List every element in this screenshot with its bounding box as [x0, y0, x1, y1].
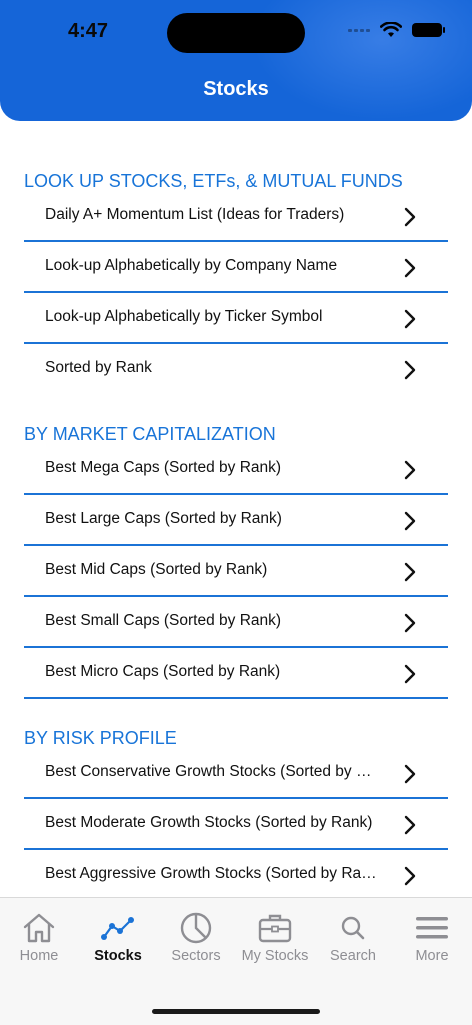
chart-line-icon	[101, 917, 134, 940]
list-item-label: Best Mega Caps (Sorted by Rank)	[45, 459, 282, 476]
list-item-label: Best Moderate Growth Stocks (Sorted by R…	[45, 814, 373, 831]
chevron-right-icon	[404, 258, 416, 278]
chevron-right-icon	[404, 360, 416, 380]
list-item[interactable]: Best Conservative Growth Stocks (Sorted …	[24, 749, 448, 799]
tab-search[interactable]: Search	[313, 912, 393, 964]
list-item-label: Best Large Caps (Sorted by Rank)	[45, 510, 282, 527]
list-item[interactable]: Best Moderate Growth Stocks (Sorted by R…	[24, 800, 448, 850]
chevron-right-icon	[404, 207, 416, 227]
list-item-label: Best Conservative Growth Stocks (Sorted …	[45, 763, 377, 780]
chevron-right-icon	[404, 460, 416, 480]
tab-home[interactable]: Home	[0, 912, 79, 964]
battery-icon	[412, 23, 445, 37]
dynamic-island	[167, 13, 305, 53]
status-icons	[348, 22, 445, 38]
chevron-right-icon	[404, 613, 416, 633]
list-item-label: Best Aggressive Growth Stocks (Sorted by…	[45, 865, 377, 882]
list-item-label: Best Micro Caps (Sorted by Rank)	[45, 663, 281, 680]
list-item[interactable]: Best Aggressive Growth Stocks (Sorted by…	[24, 851, 448, 901]
list-item[interactable]: Look-up Alphabetically by Company Name	[24, 243, 448, 293]
section-title-market-cap: BY MARKET CAPITALIZATION	[24, 424, 276, 444]
list-item[interactable]: Daily A+ Momentum List (Ideas for Trader…	[24, 192, 448, 242]
home-indicator	[152, 1009, 320, 1014]
list-item[interactable]: Best Micro Caps (Sorted by Rank)	[24, 649, 448, 699]
chevron-right-icon	[404, 764, 416, 784]
signal-icon	[348, 28, 370, 32]
section-title-risk-profile: BY RISK PROFILE	[24, 728, 177, 748]
home-icon	[23, 913, 55, 943]
briefcase-icon	[258, 914, 292, 943]
list-item[interactable]: Sorted by Rank	[24, 345, 448, 395]
tab-label: Sectors	[171, 948, 221, 964]
tab-label: My Stocks	[241, 948, 309, 964]
tab-sectors[interactable]: Sectors	[156, 912, 236, 964]
list-item[interactable]: Look-up Alphabetically by Ticker Symbol	[24, 294, 448, 344]
pie-chart-icon	[180, 912, 212, 944]
list-item-label: Look-up Alphabetically by Ticker Symbol	[45, 308, 323, 325]
wifi-icon	[380, 22, 402, 37]
status-time: 4:47	[68, 20, 109, 42]
chevron-right-icon	[404, 866, 416, 886]
chevron-right-icon	[404, 815, 416, 835]
tab-my-stocks[interactable]: My Stocks	[235, 912, 315, 964]
chevron-right-icon	[404, 511, 416, 531]
chevron-right-icon	[404, 562, 416, 582]
tab-label: Home	[19, 948, 59, 964]
tab-stocks[interactable]: Stocks	[78, 912, 158, 964]
list-item-label: Sorted by Rank	[45, 359, 152, 376]
tab-label: Search	[330, 948, 376, 964]
tab-more[interactable]: More	[392, 912, 472, 964]
chevron-right-icon	[404, 309, 416, 329]
list-item[interactable]: Best Small Caps (Sorted by Rank)	[24, 598, 448, 648]
section-title-lookup: LOOK UP STOCKS, ETFs, & MUTUAL FUNDS	[24, 171, 403, 191]
list-item-label: Best Mid Caps (Sorted by Rank)	[45, 561, 268, 578]
tab-label: More	[415, 948, 449, 964]
list-item[interactable]: Best Mid Caps (Sorted by Rank)	[24, 547, 448, 597]
list-item[interactable]: Best Large Caps (Sorted by Rank)	[24, 496, 448, 546]
list-item[interactable]: Best Mega Caps (Sorted by Rank)	[24, 445, 448, 495]
menu-icon	[416, 917, 448, 939]
list-item-label: Look-up Alphabetically by Company Name	[45, 257, 338, 274]
top-header: 4:47 Stocks	[0, 0, 472, 121]
tab-label: Stocks	[94, 948, 142, 964]
list-item-label: Best Small Caps (Sorted by Rank)	[45, 612, 282, 629]
search-icon	[341, 916, 365, 940]
list-item-label: Daily A+ Momentum List (Ideas for Trader…	[45, 206, 345, 223]
page-title: Stocks	[203, 78, 269, 100]
tab-bar: Home Stocks Sectors My Stocks Search Mor…	[0, 897, 472, 1025]
chevron-right-icon	[404, 664, 416, 684]
